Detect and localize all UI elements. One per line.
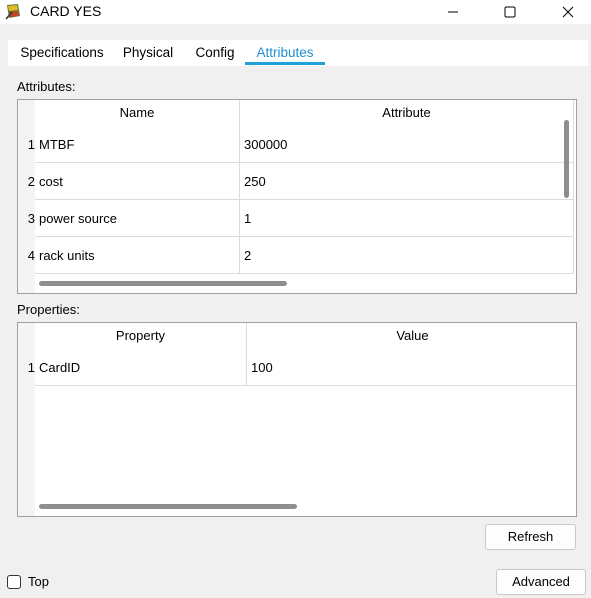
- window-title: CARD YES: [30, 3, 102, 19]
- column-header-property[interactable]: Property: [35, 323, 247, 349]
- row-number: 1: [27, 360, 35, 375]
- attribute-name-cell[interactable]: power source: [35, 200, 240, 237]
- title-bar: CARD YES: [0, 0, 591, 24]
- column-header-name[interactable]: Name: [35, 100, 240, 126]
- active-tab-indicator: [245, 62, 325, 65]
- properties-table: Property Value 1 CardID 100: [17, 322, 577, 517]
- attribute-value-cell[interactable]: 250: [240, 163, 574, 200]
- row-header-gutter: [18, 100, 35, 293]
- properties-label: Properties:: [17, 302, 80, 317]
- attributes-label: Attributes:: [17, 79, 76, 94]
- attribute-name-cell[interactable]: cost: [35, 163, 240, 200]
- row-number: 4: [27, 248, 35, 263]
- close-button[interactable]: [545, 0, 591, 24]
- properties-horizontal-scroll-thumb[interactable]: [39, 504, 297, 509]
- row-number: 3: [27, 211, 35, 226]
- property-name-cell[interactable]: CardID: [35, 349, 247, 386]
- attributes-horizontal-scroll-thumb[interactable]: [39, 281, 287, 286]
- minimize-button[interactable]: [430, 0, 476, 24]
- maximize-button[interactable]: [487, 0, 533, 24]
- close-icon: [562, 6, 574, 18]
- tab-config[interactable]: Config: [190, 40, 240, 66]
- advanced-button[interactable]: Advanced: [496, 569, 586, 595]
- property-value-cell[interactable]: 100: [247, 349, 576, 386]
- maximize-icon: [504, 6, 516, 18]
- row-header-gutter: [18, 323, 35, 516]
- attribute-value-cell[interactable]: 2: [240, 237, 574, 274]
- top-checkbox-label: Top: [28, 574, 49, 589]
- top-checkbox[interactable]: [7, 575, 21, 589]
- column-header-value[interactable]: Value: [247, 323, 576, 349]
- attribute-name-cell[interactable]: rack units: [35, 237, 240, 274]
- card-app-icon: [5, 4, 20, 20]
- tab-specifications[interactable]: Specifications: [12, 40, 112, 66]
- attributes-vertical-scroll-thumb[interactable]: [564, 120, 569, 198]
- row-number: 1: [27, 137, 35, 152]
- minimize-icon: [448, 11, 458, 13]
- attribute-value-cell[interactable]: 1: [240, 200, 574, 237]
- attribute-value-cell[interactable]: 300000: [240, 126, 574, 163]
- attribute-name-cell[interactable]: MTBF: [35, 126, 240, 163]
- refresh-button[interactable]: Refresh: [485, 524, 576, 550]
- attributes-table: Name Attribute 1 MTBF 300000 2 cost 250 …: [17, 99, 577, 294]
- column-header-attribute[interactable]: Attribute: [240, 100, 574, 126]
- row-number: 2: [27, 174, 35, 189]
- tab-physical[interactable]: Physical: [116, 40, 180, 66]
